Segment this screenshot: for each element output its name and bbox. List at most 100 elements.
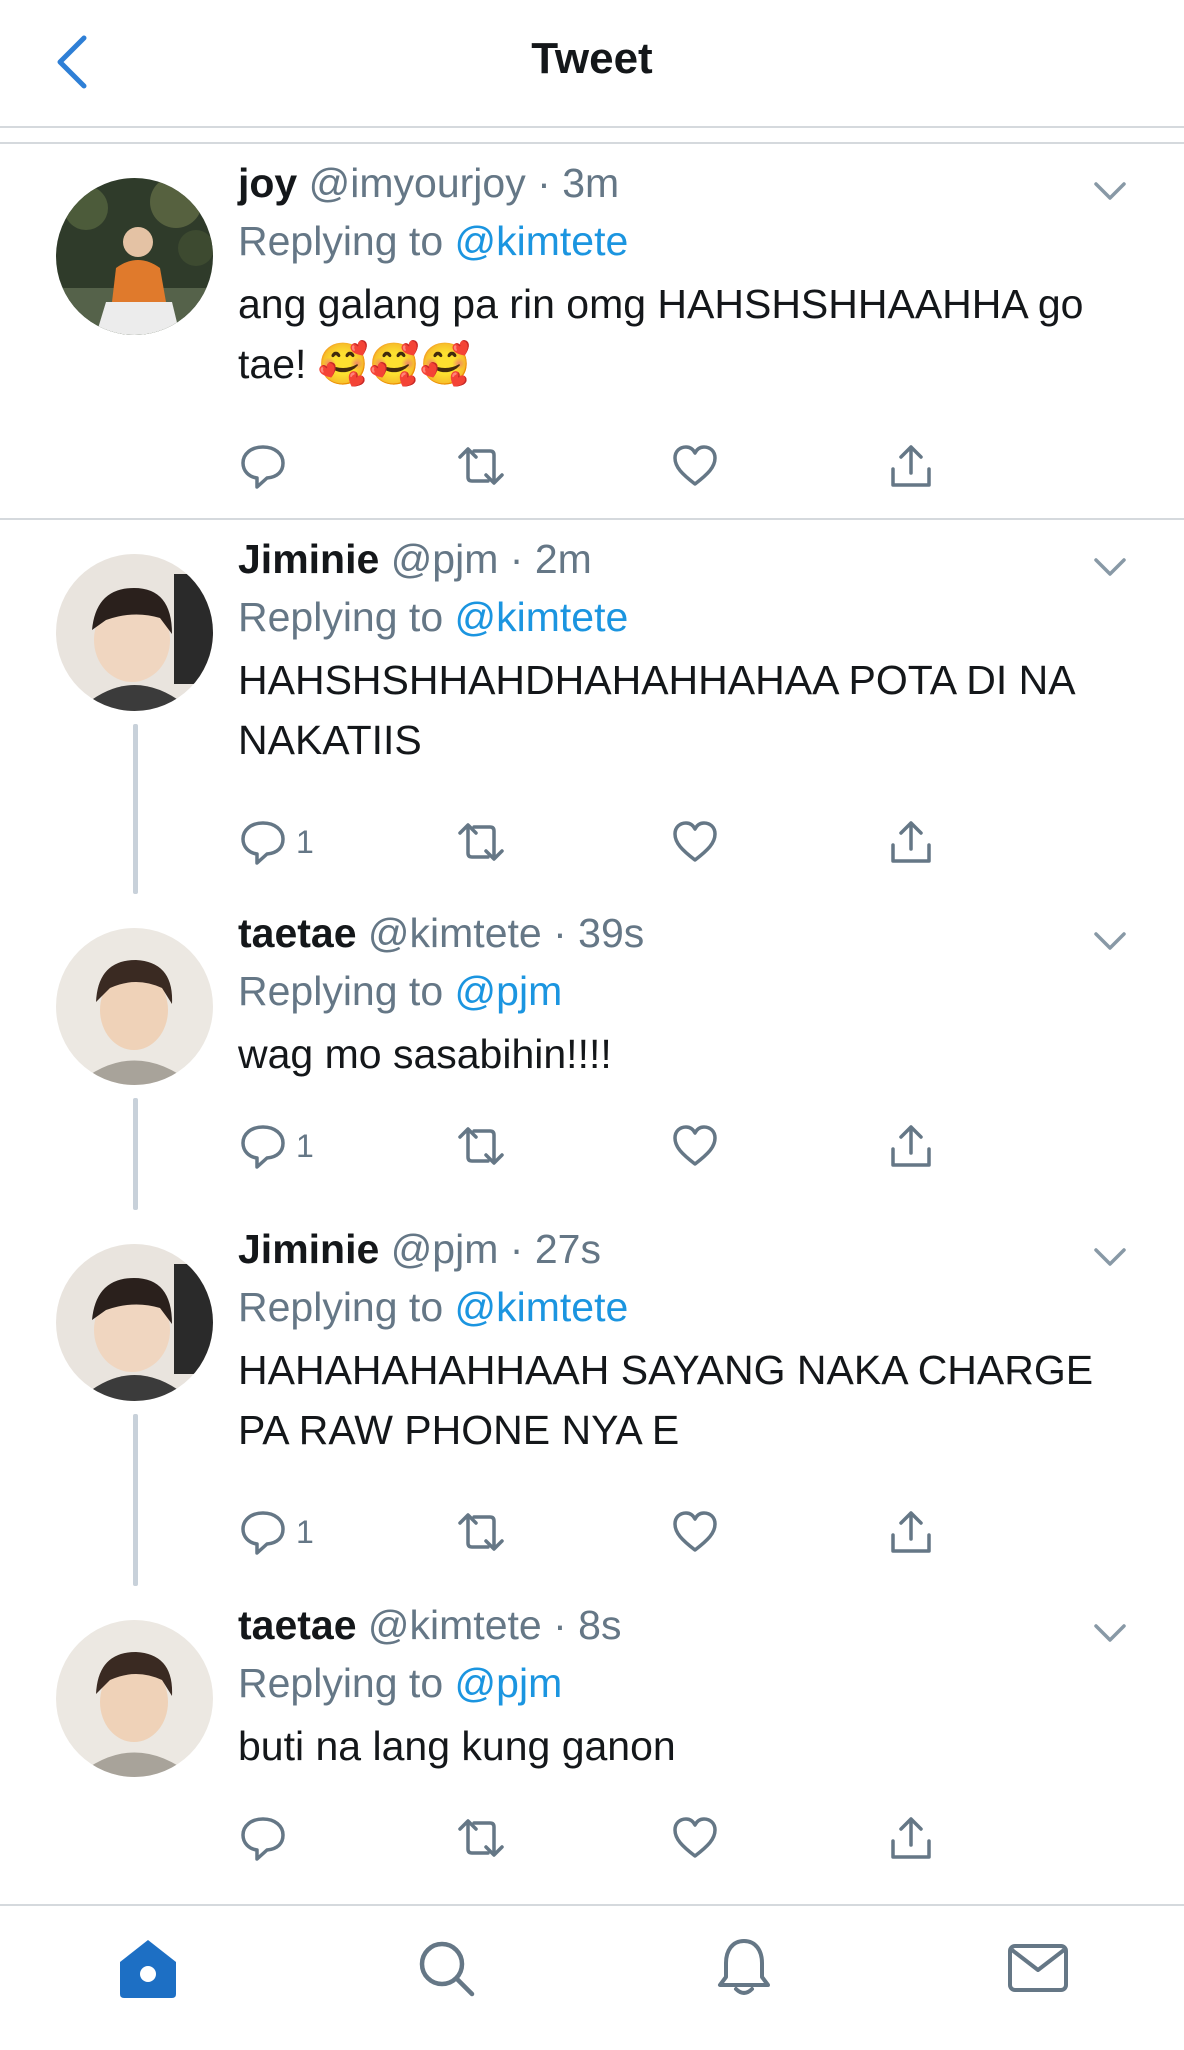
action-bar: 1 — [238, 1116, 998, 1176]
timestamp[interactable]: 39s — [578, 910, 644, 956]
reply-button[interactable] — [238, 1808, 296, 1868]
retweet-icon — [458, 1513, 504, 1551]
tab-search[interactable] — [408, 1930, 484, 2006]
retweet-button[interactable] — [454, 1116, 508, 1176]
reply-icon — [241, 1817, 285, 1861]
avatar[interactable] — [56, 554, 213, 711]
tweet-item[interactable]: taetae @kimtete · 8s Replying to @pjm bu… — [0, 1586, 1184, 1902]
reply-button[interactable] — [238, 436, 296, 496]
mention-link[interactable]: @pjm — [455, 968, 563, 1014]
action-bar — [238, 1808, 998, 1868]
messages-icon — [1008, 1944, 1068, 1992]
heart-icon — [673, 1125, 717, 1166]
chevron-down-icon[interactable] — [1088, 1234, 1132, 1278]
display-name[interactable]: Jiminie — [238, 1226, 379, 1272]
reply-count: 1 — [296, 1513, 314, 1550]
tab-notifications[interactable] — [706, 1930, 782, 2006]
timestamp[interactable]: 2m — [535, 536, 592, 582]
action-bar: 1 — [238, 1502, 998, 1562]
share-icon — [891, 1511, 931, 1553]
reply-button[interactable]: 1 — [238, 1116, 314, 1176]
retweet-icon — [458, 447, 504, 485]
thread-line — [133, 1098, 138, 1210]
avatar[interactable] — [56, 928, 213, 1085]
share-button[interactable] — [886, 1116, 936, 1176]
tweet-text: HAHAHAHAHHAAH SAYANG NAKA CHARGE PA RAW … — [238, 1347, 1094, 1453]
action-bar: 1 — [238, 812, 998, 872]
bottom-tab-bar — [0, 1904, 1184, 2050]
reply-button[interactable]: 1 — [238, 812, 314, 872]
reply-count: 1 — [296, 1127, 314, 1164]
user-handle[interactable]: @imyourjoy — [309, 160, 526, 206]
tweet-meta: taetae @kimtete · 39s — [238, 908, 644, 958]
heart-icon — [673, 445, 717, 486]
replying-label: Replying to — [238, 218, 444, 264]
display-name[interactable]: taetae — [238, 1602, 357, 1648]
user-handle[interactable]: @pjm — [391, 536, 499, 582]
tweet-meta: joy @imyourjoy · 3m — [238, 158, 619, 208]
user-handle[interactable]: @pjm — [391, 1226, 499, 1272]
retweet-button[interactable] — [454, 1502, 508, 1562]
retweet-button[interactable] — [454, 1808, 508, 1868]
timestamp[interactable]: 8s — [578, 1602, 621, 1648]
tweet-item[interactable]: taetae @kimtete · 39s Replying to @pjm w… — [0, 894, 1184, 1210]
retweet-icon — [458, 1127, 504, 1165]
reply-icon — [241, 1125, 285, 1169]
heart-icon — [673, 1817, 717, 1858]
reply-icon — [241, 445, 285, 489]
separator-dot: · — [553, 1602, 567, 1648]
avatar[interactable] — [56, 1244, 213, 1401]
mention-link[interactable]: @kimtete — [455, 594, 629, 640]
display-name[interactable]: Jiminie — [238, 536, 379, 582]
top-nav-bar: Tweet — [0, 0, 1184, 128]
replying-to: Replying to @kimtete — [238, 1282, 628, 1332]
chevron-down-icon[interactable] — [1088, 918, 1132, 962]
share-button[interactable] — [886, 436, 936, 496]
divider-strip — [0, 128, 1184, 144]
mention-link[interactable]: @kimtete — [455, 218, 629, 264]
chevron-down-icon[interactable] — [1088, 1610, 1132, 1654]
like-button[interactable] — [670, 1502, 720, 1562]
mention-link[interactable]: @kimtete — [455, 1284, 629, 1330]
like-button[interactable] — [670, 812, 720, 872]
thread-line — [133, 724, 138, 894]
share-icon — [891, 821, 931, 863]
timestamp[interactable]: 3m — [562, 160, 619, 206]
tweet-text: HAHSHSHHAHDHAHAHHAHAA POTA DI NA NAKATII… — [238, 657, 1074, 763]
like-button[interactable] — [670, 1116, 720, 1176]
heart-icon — [673, 821, 717, 862]
user-handle[interactable]: @kimtete — [368, 910, 542, 956]
reply-icon — [241, 1511, 285, 1555]
share-button[interactable] — [886, 812, 936, 872]
timestamp[interactable]: 27s — [535, 1226, 601, 1272]
tweet-item[interactable]: Jiminie @pjm · 27s Replying to @kimtete … — [0, 1210, 1184, 1586]
chevron-down-icon[interactable] — [1088, 544, 1132, 588]
tweet-text: buti na lang kung ganon — [238, 1723, 676, 1769]
user-handle[interactable]: @kimtete — [368, 1602, 542, 1648]
retweet-button[interactable] — [454, 436, 508, 496]
replying-to: Replying to @pjm — [238, 966, 562, 1016]
chevron-down-icon[interactable] — [1088, 168, 1132, 212]
like-button[interactable] — [670, 1808, 720, 1868]
display-name[interactable]: joy — [238, 160, 297, 206]
like-button[interactable] — [670, 436, 720, 496]
separator-dot: · — [537, 160, 551, 206]
retweet-button[interactable] — [454, 812, 508, 872]
replying-label: Replying to — [238, 594, 444, 640]
reply-icon — [241, 821, 285, 865]
share-button[interactable] — [886, 1808, 936, 1868]
share-button[interactable] — [886, 1502, 936, 1562]
reply-button[interactable]: 1 — [238, 1502, 314, 1562]
avatar[interactable] — [56, 1620, 213, 1777]
tweet-item[interactable]: joy @imyourjoy · 3m Replying to @kimtete… — [0, 144, 1184, 520]
tab-home[interactable] — [110, 1930, 186, 2006]
tab-messages[interactable] — [1000, 1930, 1076, 2006]
avatar[interactable] — [56, 178, 213, 335]
home-icon — [120, 1940, 176, 1998]
tweet-item[interactable]: Jiminie @pjm · 2m Replying to @kimtete H… — [0, 520, 1184, 894]
mention-link[interactable]: @pjm — [455, 1660, 563, 1706]
share-icon — [891, 1125, 931, 1167]
display-name[interactable]: taetae — [238, 910, 357, 956]
replying-to: Replying to @pjm — [238, 1658, 562, 1708]
retweet-icon — [458, 823, 504, 861]
